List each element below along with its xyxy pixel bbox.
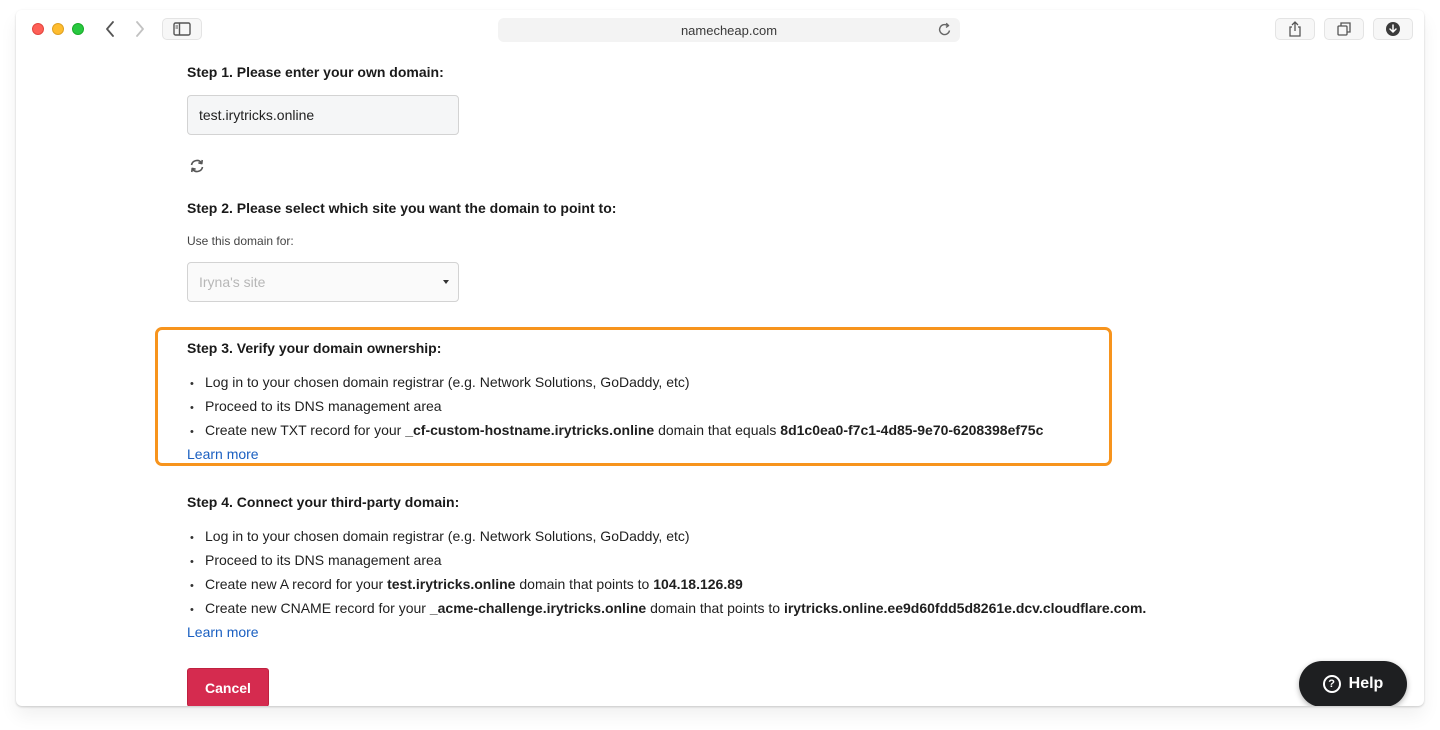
tabs-icon[interactable]: [1324, 18, 1364, 40]
list-item: • Log in to your chosen domain registrar …: [190, 528, 690, 544]
list-item: • Proceed to its DNS management area: [190, 398, 442, 414]
browser-toolbar: namecheap.com: [16, 10, 1424, 48]
step1-heading: Step 1. Please enter your own domain:: [187, 64, 444, 80]
cname-record-host: _acme-challenge.irytricks.online: [429, 600, 647, 616]
list-item: • Proceed to its DNS management area: [190, 552, 442, 568]
use-domain-for-label: Use this domain for:: [187, 234, 294, 248]
back-icon[interactable]: [102, 19, 118, 39]
address-bar[interactable]: namecheap.com: [498, 18, 960, 42]
domain-input-value: test.irytricks.online: [199, 107, 315, 123]
txt-record-host: _cf-custom-hostname.irytricks.online: [405, 422, 655, 438]
step4-instructions: • Log in to your chosen domain registrar …: [190, 524, 1146, 620]
share-icon[interactable]: [1275, 18, 1315, 40]
step3-heading: Step 3. Verify your domain ownership:: [187, 340, 442, 356]
help-button[interactable]: ? Help: [1299, 661, 1407, 706]
list-item: • Create new TXT record for your _cf-cust…: [190, 422, 1044, 438]
step4-heading: Step 4. Connect your third-party domain:: [187, 494, 460, 510]
list-item: • Create new A record for your test.irytr…: [190, 576, 743, 592]
txt-record-value: 8d1c0ea0-f7c1-4d85-9e70-6208398ef75c: [780, 422, 1044, 438]
list-item: • Log in to your chosen domain registrar …: [190, 374, 690, 390]
step3-instructions: • Log in to your chosen domain registrar …: [190, 370, 1043, 442]
domain-input[interactable]: test.irytricks.online: [187, 95, 459, 135]
sidebar-icon[interactable]: [162, 18, 202, 40]
address-url: namecheap.com: [680, 22, 778, 38]
help-label: Help: [1348, 675, 1384, 692]
chevron-down-icon: [443, 280, 449, 284]
page-content: Step 1. Please enter your own domain: te…: [16, 48, 1424, 706]
zoom-window-button[interactable]: [72, 23, 84, 35]
step2-heading: Step 2. Please select which site you wan…: [187, 200, 617, 216]
a-record-host: test.irytricks.online: [387, 576, 516, 592]
reload-icon[interactable]: [938, 22, 952, 40]
site-select[interactable]: Iryna's site: [187, 262, 459, 302]
refresh-icon[interactable]: [189, 158, 205, 179]
cname-record-value: irytricks.online.ee9d60fdd5d8261e.dcv.cl…: [783, 600, 1147, 616]
minimize-window-button[interactable]: [52, 23, 64, 35]
step4-learn-more-link[interactable]: Learn more: [187, 624, 259, 640]
forward-icon[interactable]: [132, 19, 148, 39]
download-icon[interactable]: [1373, 18, 1413, 40]
browser-window: namecheap.com Step 1. Please enter your …: [16, 10, 1424, 706]
list-item: • Create new CNAME record for your _acme-…: [190, 600, 1147, 616]
site-select-value: Iryna's site: [199, 274, 266, 290]
help-question-icon: ?: [1322, 675, 1341, 693]
step3-learn-more-link[interactable]: Learn more: [187, 446, 259, 462]
close-window-button[interactable]: [32, 23, 44, 35]
a-record-value: 104.18.126.89: [653, 576, 743, 592]
cancel-button[interactable]: Cancel: [187, 668, 269, 706]
